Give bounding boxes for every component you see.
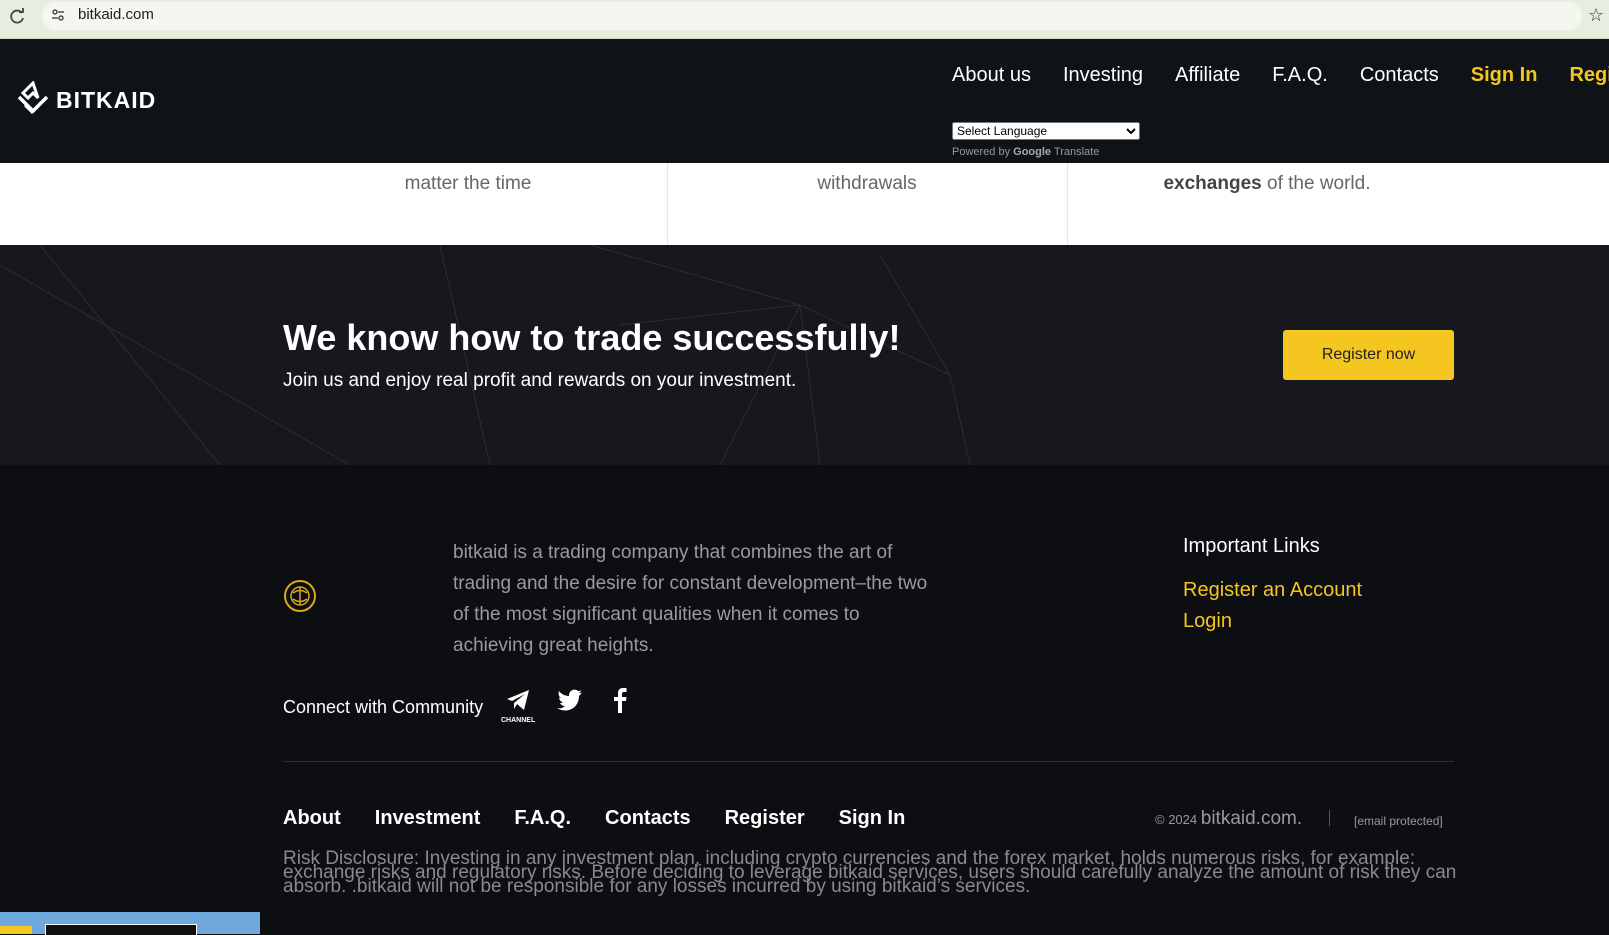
nav-affiliate[interactable]: Affiliate: [1175, 64, 1240, 87]
site-header: BITKAID About us Investing Affiliate F.A…: [0, 39, 1609, 163]
copyright-site: bitkaid.com.: [1200, 808, 1303, 829]
logo[interactable]: BITKAID: [16, 81, 156, 119]
nav-faq[interactable]: F.A.Q.: [1272, 64, 1328, 87]
feature-time-text: matter the time: [404, 173, 532, 194]
nav-contacts[interactable]: Contacts: [1360, 64, 1439, 87]
feature-exchanges-rest: of the world.: [1261, 173, 1371, 194]
features-strip: matter the time withdrawals exchanges of…: [0, 163, 1609, 245]
twitter-icon[interactable]: [556, 687, 584, 713]
footer-nav-register[interactable]: Register: [725, 807, 805, 830]
register-account-link[interactable]: Register an Account: [1183, 579, 1362, 602]
important-links-title: Important Links: [1183, 535, 1320, 557]
widget-accent: [0, 926, 32, 934]
feature-time: matter the time: [270, 163, 666, 245]
feature-exchanges-bold: exchanges: [1163, 173, 1262, 194]
company-description: bitkaid is a trading company that combin…: [453, 542, 928, 656]
main-nav: About us Investing Affiliate F.A.Q. Cont…: [952, 64, 1609, 87]
login-link[interactable]: Login: [1183, 610, 1232, 633]
address-bar[interactable]: [42, 2, 1582, 30]
cta-subtext: Join us and enjoy real profit and reward…: [283, 370, 797, 391]
browser-toolbar: bitkaid.com ☆: [0, 0, 1609, 39]
floating-widget[interactable]: [0, 912, 260, 935]
globe-logo-icon: [284, 580, 316, 612]
cta-headline: We know how to trade successfully!: [283, 317, 901, 358]
nav-investing[interactable]: Investing: [1063, 64, 1143, 87]
bookmark-star-icon[interactable]: ☆: [1588, 5, 1604, 26]
copyright-year: © 2024: [1155, 812, 1198, 827]
nav-register[interactable]: Regis: [1569, 64, 1609, 87]
google-logo-text: Google: [1013, 146, 1052, 158]
footer-nav-investment[interactable]: Investment: [375, 807, 481, 830]
footer-divider: [283, 761, 1454, 762]
contact-email[interactable]: [email protected]: [1354, 814, 1443, 828]
powered-by-text: Powered by: [952, 146, 1011, 158]
facebook-icon[interactable]: [612, 687, 628, 713]
site-footer: bitkaid is a trading company that combin…: [0, 465, 1609, 934]
language-select[interactable]: Select Language: [952, 122, 1140, 140]
feature-withdrawals: withdrawals: [667, 163, 1067, 245]
copyright: © 2024 bitkaid.com.: [1155, 808, 1302, 830]
footer-nav: About Investment F.A.Q. Contacts Registe…: [283, 807, 939, 830]
footer-separator: [1329, 810, 1330, 826]
risk-disclosure: Risk Disclosure: Investing in any invest…: [283, 848, 1457, 897]
footer-nav-sign-in[interactable]: Sign In: [839, 807, 906, 830]
footer-nav-about[interactable]: About: [283, 807, 341, 830]
url-text[interactable]: bitkaid.com: [78, 6, 154, 23]
register-now-button[interactable]: Register now: [1283, 330, 1454, 380]
language-selector: Select Language: [952, 122, 1140, 140]
widget-button[interactable]: [45, 924, 197, 935]
powered-by-google-translate: Powered by Google Translate: [952, 146, 1099, 158]
community-label: Connect with Community: [283, 697, 484, 717]
logo-text: BITKAID: [56, 86, 157, 113]
telegram-icon[interactable]: [505, 687, 531, 713]
site-settings-icon[interactable]: [50, 7, 66, 23]
feature-exchanges-line: exchanges of the world.: [1067, 173, 1467, 195]
translate-link[interactable]: Translate: [1054, 146, 1099, 158]
reload-icon[interactable]: [7, 7, 27, 27]
footer-nav-contacts[interactable]: Contacts: [605, 807, 691, 830]
cta-banner: We know how to trade successfully! Join …: [0, 245, 1609, 465]
footer-nav-faq[interactable]: F.A.Q.: [514, 807, 571, 830]
nav-sign-in[interactable]: Sign In: [1471, 64, 1538, 87]
channel-label: CHANNEL: [501, 717, 536, 724]
feature-withdrawals-text: withdrawals: [817, 173, 917, 194]
logo-mark-icon: [17, 81, 49, 115]
nav-about-us[interactable]: About us: [952, 64, 1031, 87]
feature-exchanges: exchanges of the world.: [1067, 163, 1467, 245]
